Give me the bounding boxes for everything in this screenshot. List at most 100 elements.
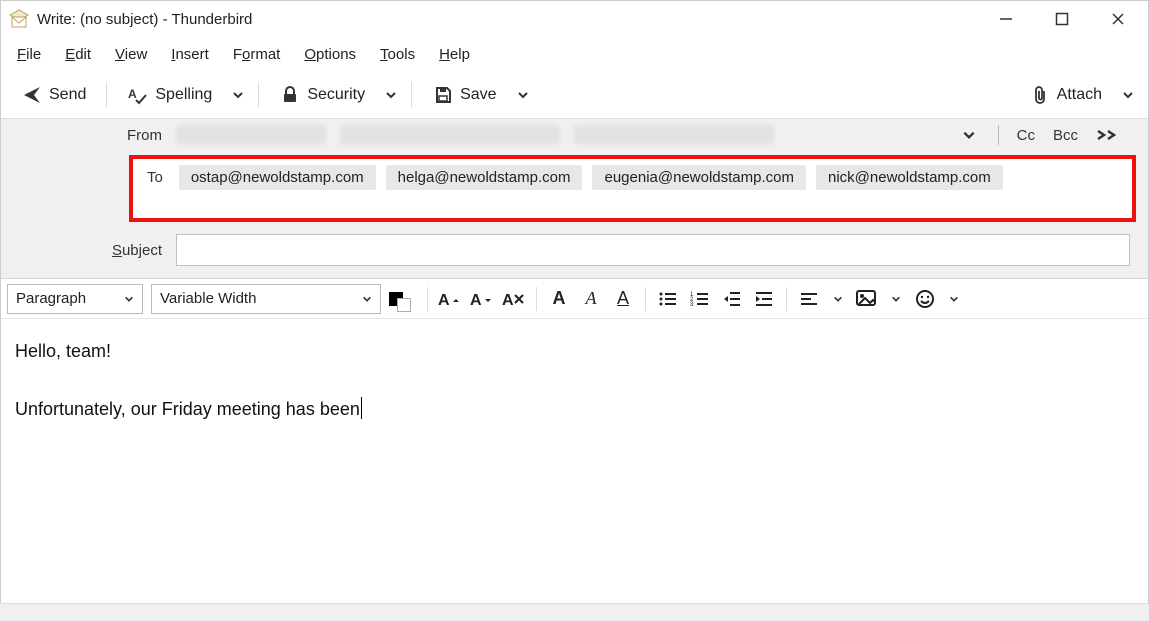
- security-dropdown[interactable]: [381, 89, 401, 101]
- paragraph-style-select[interactable]: Paragraph: [7, 284, 143, 314]
- to-field-highlight: To ostap@newoldstamp.com helga@newoldsta…: [129, 155, 1136, 222]
- background-color-swatch: [397, 298, 411, 312]
- bullet-list-button[interactable]: [656, 286, 680, 312]
- save-dropdown[interactable]: [513, 89, 533, 101]
- send-button[interactable]: Send: [11, 78, 96, 112]
- status-bar: [0, 603, 1149, 621]
- menu-file[interactable]: File: [7, 42, 51, 67]
- message-header: From Cc Bcc To ostap@newoldstamp.com hel…: [1, 119, 1148, 279]
- from-redacted: [176, 125, 326, 145]
- insert-image-dropdown[interactable]: [887, 294, 905, 304]
- menu-edit[interactable]: Edit: [55, 42, 101, 67]
- from-label: From: [1, 127, 176, 144]
- indent-button[interactable]: [752, 286, 776, 312]
- recipient-pill[interactable]: ostap@newoldstamp.com: [179, 165, 376, 190]
- message-body[interactable]: Hello, team! Unfortunately, our Friday m…: [1, 319, 1148, 441]
- menu-view[interactable]: View: [105, 42, 157, 67]
- font-size-decrease-button[interactable]: A: [438, 286, 462, 312]
- from-row: From Cc Bcc: [1, 119, 1148, 151]
- menu-options[interactable]: Options: [294, 42, 366, 67]
- underline-button[interactable]: A: [611, 286, 635, 312]
- toolbar-separator: [411, 82, 412, 108]
- bcc-button[interactable]: Bcc: [1053, 127, 1078, 144]
- window-title: Write: (no subject) - Thunderbird: [37, 11, 252, 28]
- text-cursor: [361, 397, 362, 419]
- subject-label: Subject: [1, 242, 176, 259]
- align-button[interactable]: [797, 286, 821, 312]
- minimize-button[interactable]: [996, 9, 1016, 29]
- outdent-button[interactable]: [720, 286, 744, 312]
- security-button[interactable]: Security: [269, 78, 375, 112]
- body-line: Unfortunately, our Friday meeting has be…: [15, 395, 1134, 424]
- recipient-pill[interactable]: helga@newoldstamp.com: [386, 165, 583, 190]
- attach-label: Attach: [1057, 86, 1102, 104]
- menu-tools[interactable]: Tools: [370, 42, 425, 67]
- maximize-button[interactable]: [1052, 9, 1072, 29]
- insert-image-button[interactable]: [855, 286, 879, 312]
- separator: [427, 287, 428, 311]
- save-icon: [432, 84, 454, 106]
- more-fields-button[interactable]: [1096, 128, 1118, 142]
- toolbar-separator: [106, 82, 107, 108]
- svg-text:3: 3: [690, 302, 694, 308]
- cc-button[interactable]: Cc: [1017, 127, 1035, 144]
- font-family-select[interactable]: Variable Width: [151, 284, 381, 314]
- menu-bar: File Edit View Insert Format Options Too…: [1, 37, 1148, 71]
- menu-help[interactable]: Help: [429, 42, 480, 67]
- from-value[interactable]: [176, 125, 958, 145]
- send-label: Send: [49, 86, 86, 104]
- from-redacted: [340, 125, 560, 145]
- menu-format[interactable]: Format: [223, 42, 291, 67]
- toolbar: Send A Spelling Security Save Attach: [1, 71, 1148, 119]
- recipient-pill[interactable]: nick@newoldstamp.com: [816, 165, 1003, 190]
- format-toolbar: Paragraph Variable Width A A A A A A 123: [1, 279, 1148, 319]
- paragraph-style-value: Paragraph: [16, 290, 86, 307]
- emoji-button[interactable]: [913, 286, 937, 312]
- remove-formatting-button[interactable]: A: [502, 286, 526, 312]
- from-redacted: [574, 125, 774, 145]
- app-icon: [9, 9, 29, 29]
- separator: [786, 287, 787, 311]
- security-label: Security: [307, 86, 365, 104]
- italic-button[interactable]: A: [579, 286, 603, 312]
- window-controls: [996, 9, 1140, 29]
- lock-icon: [279, 84, 301, 106]
- attach-button[interactable]: Attach: [1019, 78, 1112, 112]
- spelling-label: Spelling: [155, 86, 212, 104]
- separator: [645, 287, 646, 311]
- title-bar: Write: (no subject) - Thunderbird: [1, 1, 1148, 37]
- font-family-value: Variable Width: [160, 290, 256, 307]
- numbered-list-button[interactable]: 123: [688, 286, 712, 312]
- spelling-button[interactable]: A Spelling: [117, 78, 222, 112]
- save-label: Save: [460, 86, 496, 104]
- paperclip-icon: [1029, 84, 1051, 106]
- svg-text:A: A: [502, 292, 514, 309]
- to-recipients[interactable]: ostap@newoldstamp.com helga@newoldstamp.…: [179, 163, 1003, 190]
- body-line: Hello, team!: [15, 337, 1134, 366]
- to-label: To: [141, 163, 167, 186]
- separator: [536, 287, 537, 311]
- text-color-button[interactable]: [389, 286, 417, 312]
- svg-text:A: A: [128, 87, 137, 101]
- svg-text:A: A: [438, 292, 450, 309]
- from-dropdown[interactable]: [958, 128, 980, 142]
- toolbar-separator: [258, 82, 259, 108]
- subject-input[interactable]: [176, 234, 1130, 266]
- chevron-down-icon: [124, 294, 134, 304]
- save-button[interactable]: Save: [422, 78, 506, 112]
- font-size-increase-button[interactable]: A: [470, 286, 494, 312]
- chevron-down-icon: [362, 294, 372, 304]
- spelling-icon: A: [127, 84, 149, 106]
- subject-row: Subject: [1, 230, 1148, 270]
- recipient-pill[interactable]: eugenia@newoldstamp.com: [592, 165, 806, 190]
- emoji-dropdown[interactable]: [945, 294, 963, 304]
- spelling-dropdown[interactable]: [228, 89, 248, 101]
- menu-insert[interactable]: Insert: [161, 42, 219, 67]
- bold-button[interactable]: A: [547, 286, 571, 312]
- attach-dropdown[interactable]: [1118, 89, 1138, 101]
- svg-text:A: A: [470, 292, 482, 309]
- send-icon: [21, 84, 43, 106]
- close-button[interactable]: [1108, 9, 1128, 29]
- align-dropdown[interactable]: [829, 294, 847, 304]
- separator: [998, 125, 999, 145]
